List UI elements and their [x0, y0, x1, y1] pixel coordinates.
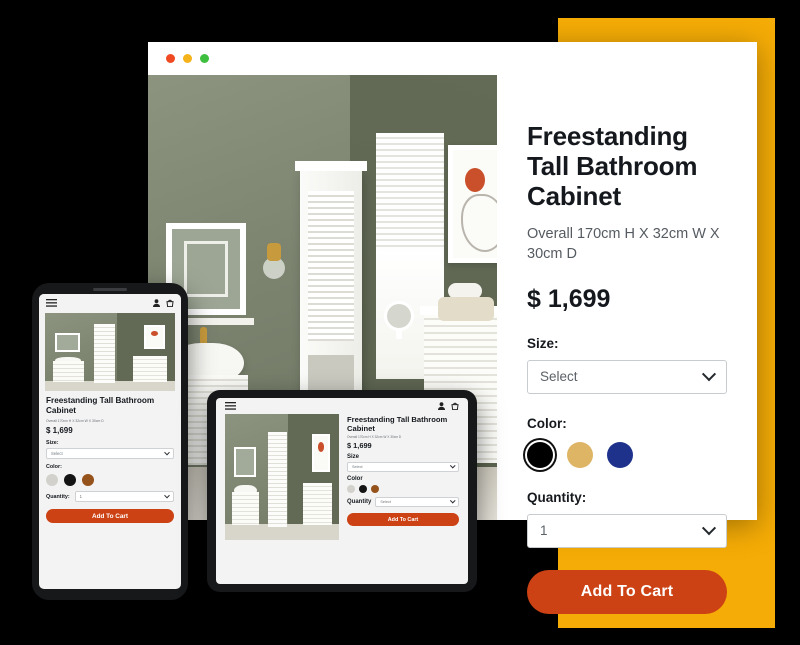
product-details-panel: Freestanding Tall Bathroom Cabinet Overa… — [497, 75, 757, 614]
tablet-product-price: $ 1,699 — [347, 441, 372, 451]
menu-icon[interactable] — [225, 402, 236, 410]
tablet-color-swatch-black[interactable] — [359, 485, 367, 494]
minimize-dot-icon[interactable] — [183, 54, 192, 63]
tablet-product-title: Freestanding Tall Bathroom Cabinet — [347, 415, 448, 434]
chevron-down-icon — [164, 492, 170, 498]
tablet-color-swatch-brown[interactable] — [371, 485, 379, 494]
mobile-nav-bar — [39, 294, 181, 311]
mobile-quantity-label: Quantity: — [46, 493, 70, 500]
mobile-quantity-value: 1 — [79, 494, 83, 499]
mockup-stage: Freestanding Tall Bathroom Cabinet Overa… — [0, 0, 800, 645]
mobile-product-title: Freestanding Tall Bathroom Cabinet — [46, 396, 155, 415]
mobile-product-dimensions: Overall 170cm H X 32cm W X 30cm D — [46, 419, 104, 423]
tablet-quantity-value: Select — [380, 500, 391, 505]
mobile-product-photo — [45, 313, 175, 391]
chevron-down-icon — [449, 463, 455, 469]
mobile-size-select[interactable]: Select — [46, 448, 174, 459]
phone-speaker — [93, 288, 127, 291]
cart-icon[interactable] — [451, 402, 459, 410]
tablet-size-select[interactable]: Select — [347, 462, 459, 473]
tablet-product-photo — [225, 414, 339, 540]
tablet-quantity-label: Quantity — [347, 499, 372, 506]
quantity-select-value: 1 — [540, 523, 548, 539]
phone-mockup: Freestanding Tall Bathroom Cabinet Overa… — [32, 283, 188, 600]
mobile-product-price: $ 1,699 — [46, 426, 73, 435]
chevron-down-icon — [164, 449, 170, 455]
size-select-value: Select — [540, 369, 578, 385]
quantity-label: Quantity: — [527, 489, 587, 505]
mobile-color-swatch-light-gray[interactable] — [46, 474, 58, 486]
mobile-add-to-cart-button[interactable]: Add To Cart — [46, 509, 174, 523]
mobile-color-swatch-group — [46, 474, 174, 486]
tablet-size-label: Size — [347, 454, 360, 461]
menu-icon[interactable] — [46, 298, 57, 307]
tablet-color-swatch-light-gray[interactable] — [347, 485, 355, 494]
browser-title-bar — [148, 42, 757, 75]
user-icon[interactable] — [153, 298, 160, 307]
tablet-color-label: Color — [347, 476, 363, 483]
tablet-nav-bar — [216, 398, 468, 414]
user-icon[interactable] — [438, 402, 445, 410]
size-select[interactable]: Select — [527, 359, 727, 394]
color-swatch-black[interactable] — [527, 441, 553, 468]
color-swatch-gold[interactable] — [567, 441, 593, 468]
product-price: $ 1,699 — [527, 284, 611, 313]
mobile-quantity-select[interactable]: 1 — [74, 491, 174, 502]
close-dot-icon[interactable] — [166, 54, 175, 63]
tablet-color-swatch-group — [347, 485, 459, 494]
add-to-cart-button[interactable]: Add To Cart — [527, 569, 727, 614]
mobile-color-swatch-brown[interactable] — [82, 474, 94, 486]
chevron-down-icon — [701, 520, 717, 535]
size-label: Size: — [527, 335, 559, 351]
mobile-color-swatch-black[interactable] — [64, 474, 76, 486]
tablet-quantity-select[interactable]: Select — [375, 497, 459, 508]
mobile-size-label: Size: — [46, 440, 59, 446]
tablet-size-value: Select — [352, 465, 363, 470]
tablet-add-to-cart-button[interactable]: Add To Cart — [347, 513, 459, 527]
color-label: Color: — [527, 415, 567, 431]
mobile-color-label: Color: — [46, 464, 62, 470]
chevron-down-icon — [701, 366, 717, 381]
color-swatch-navy[interactable] — [607, 441, 633, 468]
color-swatch-group — [527, 441, 727, 468]
chevron-down-icon — [449, 498, 455, 504]
cart-icon[interactable] — [166, 299, 174, 307]
quantity-select[interactable]: 1 — [527, 513, 727, 548]
product-title: Freestanding Tall Bathroom Cabinet — [527, 121, 698, 212]
product-dimensions: Overall 170cm H X 32cm W X 30cm D — [527, 226, 720, 263]
mobile-size-value: Select — [51, 451, 63, 456]
tablet-mockup: Freestanding Tall Bathroom Cabinet Overa… — [207, 390, 477, 592]
tablet-product-dimensions: Overall 170cm H X 32cm W X 30cm D — [347, 435, 402, 440]
maximize-dot-icon[interactable] — [200, 54, 209, 63]
